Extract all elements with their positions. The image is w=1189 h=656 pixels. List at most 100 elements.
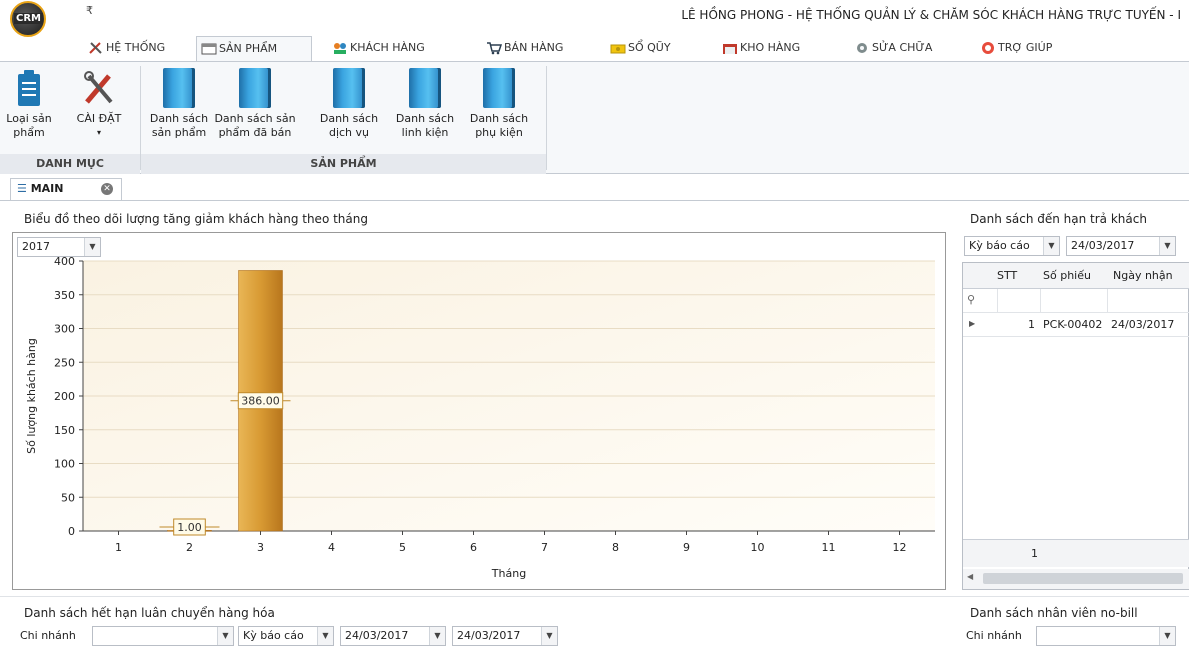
row-pointer-icon: ▶ [969, 319, 976, 328]
nobill-branch-select[interactable]: ▼ [1036, 626, 1176, 646]
scroll-left-icon[interactable]: ◀ [967, 572, 973, 581]
expire-date-to[interactable]: 24/03/2017 ▼ [452, 626, 558, 646]
due-period-select[interactable]: Kỳ báo cáo ▼ [964, 236, 1060, 256]
column-header-so-phieu[interactable]: Số phiếu [1043, 265, 1103, 287]
accessories-list-button[interactable]: Danh sách phụ kiện [466, 68, 532, 140]
scrollbar-thumb[interactable] [983, 573, 1183, 584]
ribbon-separator [546, 66, 547, 170]
tools-icon [89, 42, 102, 54]
dropdown-arrow-icon: ▼ [1043, 237, 1059, 255]
sold-products-button[interactable]: Danh sách sản phẩm đã bán [212, 68, 298, 140]
category-button[interactable]: Loại sản phẩm [6, 68, 52, 140]
y-tick-label: 150 [54, 424, 75, 437]
expire-panel-title: Danh sách hết hạn luân chuyển hàng hóa [24, 606, 275, 620]
grid-footer: 1 [963, 539, 1189, 567]
close-icon[interactable]: ✕ [101, 183, 113, 195]
tab-kho-hang[interactable]: KHO HÀNG [718, 36, 804, 62]
x-tick-label: 4 [328, 541, 335, 554]
y-tick-label: 0 [68, 525, 75, 538]
content-border [0, 200, 1189, 201]
data-label: 1.00 [177, 521, 202, 534]
column-header-stt[interactable]: STT [997, 265, 1037, 287]
main-doc-tab[interactable]: ☰ MAIN ✕ [10, 178, 122, 200]
column-header-ngay-nhan[interactable]: Ngày nhận [1113, 265, 1189, 287]
x-tick-label: 3 [257, 541, 264, 554]
book-icon [239, 68, 271, 108]
due-date-select[interactable]: 24/03/2017 ▼ [1066, 236, 1176, 256]
title-bar: CRM ₹ LÊ HỒNG PHONG - HỆ THỐNG QUẢN LÝ &… [0, 0, 1189, 37]
x-tick-label: 8 [612, 541, 619, 554]
dropdown-arrow-icon: ▼ [1159, 237, 1175, 255]
dropdown-arrow-icon: ▼ [217, 627, 233, 645]
dropdown-arrow-icon: ▼ [429, 627, 445, 645]
book-icon [483, 68, 515, 108]
product-icon [201, 43, 217, 55]
dropdown-arrow-icon: ▼ [317, 627, 333, 645]
group-label-danh-muc: DANH MỤC [0, 154, 140, 174]
quick-access-toolbar[interactable]: ₹ [86, 4, 93, 17]
settings-button[interactable]: CÀI ĐẶT ▾ [74, 68, 124, 140]
x-tick-label: 10 [751, 541, 765, 554]
list-icon: ☰ [17, 182, 27, 195]
y-tick-label: 300 [54, 323, 75, 336]
horizontal-scrollbar[interactable]: ◀ [963, 569, 1189, 589]
customers-icon [334, 43, 346, 54]
ribbon-panel: Loại sản phẩm CÀI ĐẶT ▾ Danh sách sản phẩm … [0, 61, 1189, 174]
dropdown-arrow-icon: ▼ [1159, 627, 1175, 645]
pager-label: 1 [1031, 547, 1038, 560]
crm-logo[interactable]: CRM [10, 1, 46, 37]
x-tick-label: 5 [399, 541, 406, 554]
ribbon-tabs: HỆ THỐNG SẢN PHẨM KHÁCH HÀNG BÁN HÀNG SỔ… [0, 36, 1189, 62]
clipboard-icon [18, 70, 40, 106]
x-tick-label: 2 [186, 541, 193, 554]
book-icon [409, 68, 441, 108]
horizontal-splitter[interactable] [0, 596, 1189, 597]
tab-tro-giup[interactable]: TRỢ GIÚP [976, 36, 1056, 62]
x-tick-label: 1 [115, 541, 122, 554]
x-tick-label: 12 [893, 541, 907, 554]
tab-he-thong[interactable]: HỆ THỐNG [84, 36, 169, 62]
cart-icon [487, 42, 502, 55]
x-tick-label: 7 [541, 541, 548, 554]
y-tick-label: 200 [54, 390, 75, 403]
warehouse-icon [723, 44, 737, 54]
customer-chart: 0501001502002503003504001 21.003386.004 5 6… [25, 255, 935, 580]
tab-sua-chua[interactable]: SỬA CHỮA [850, 36, 936, 62]
y-tick-label: 250 [54, 356, 75, 369]
cell-stt: 1 [1028, 318, 1035, 331]
table-row[interactable]: ▶ 1 PCK-00402 24/03/2017 [963, 313, 1189, 337]
cell-so-phieu: PCK-00402 [1043, 318, 1103, 331]
tab-ban-hang[interactable]: BÁN HÀNG [482, 36, 567, 62]
wrench-screwdriver-icon [84, 71, 113, 104]
x-axis-title: Tháng [491, 567, 526, 580]
tab-so-quy[interactable]: SỔ QŨY [606, 36, 675, 62]
expire-period-select[interactable]: Kỳ báo cáo ▼ [238, 626, 334, 646]
tab-khach-hang[interactable]: KHÁCH HÀNG [328, 36, 429, 62]
products-list-button[interactable]: Danh sách sản phẩm [146, 68, 212, 140]
book-icon [333, 68, 365, 108]
x-tick-label: 9 [683, 541, 690, 554]
filter-icon: ⚲ [967, 293, 976, 306]
dropdown-arrow-icon: ▼ [541, 627, 557, 645]
due-grid: STT Số phiếu Ngày nhận ⚲ ▶ 1 PCK-00402 2… [962, 262, 1189, 590]
cash-icon [610, 44, 626, 54]
y-tick-label: 350 [54, 289, 75, 302]
tab-san-pham[interactable]: SẢN PHẨM [196, 36, 312, 62]
book-icon [163, 68, 195, 108]
y-tick-label: 100 [54, 458, 75, 471]
filter-row[interactable]: ⚲ [963, 289, 1189, 313]
services-list-button[interactable]: Danh sách dịch vụ [316, 68, 382, 140]
nobill-panel-title: Danh sách nhân viên no-bill [970, 606, 1138, 620]
app-title: LÊ HỒNG PHONG - HỆ THỐNG QUẢN LÝ & CHĂM … [681, 8, 1181, 22]
y-axis-title: Số lượng khách hàng [25, 338, 38, 454]
x-tick-label: 11 [822, 541, 836, 554]
y-tick-label: 50 [61, 491, 75, 504]
expire-date-from[interactable]: 24/03/2017 ▼ [340, 626, 446, 646]
expire-branch-label: Chi nhánh [20, 629, 76, 642]
due-panel-title: Danh sách đến hạn trả khách [970, 212, 1147, 226]
expire-branch-select[interactable]: ▼ [92, 626, 234, 646]
main-tab-label: MAIN [30, 182, 64, 195]
year-select[interactable]: 2017 ▼ [17, 237, 101, 257]
components-list-button[interactable]: Danh sách linh kiện [392, 68, 458, 140]
vertical-splitter[interactable] [954, 202, 958, 602]
